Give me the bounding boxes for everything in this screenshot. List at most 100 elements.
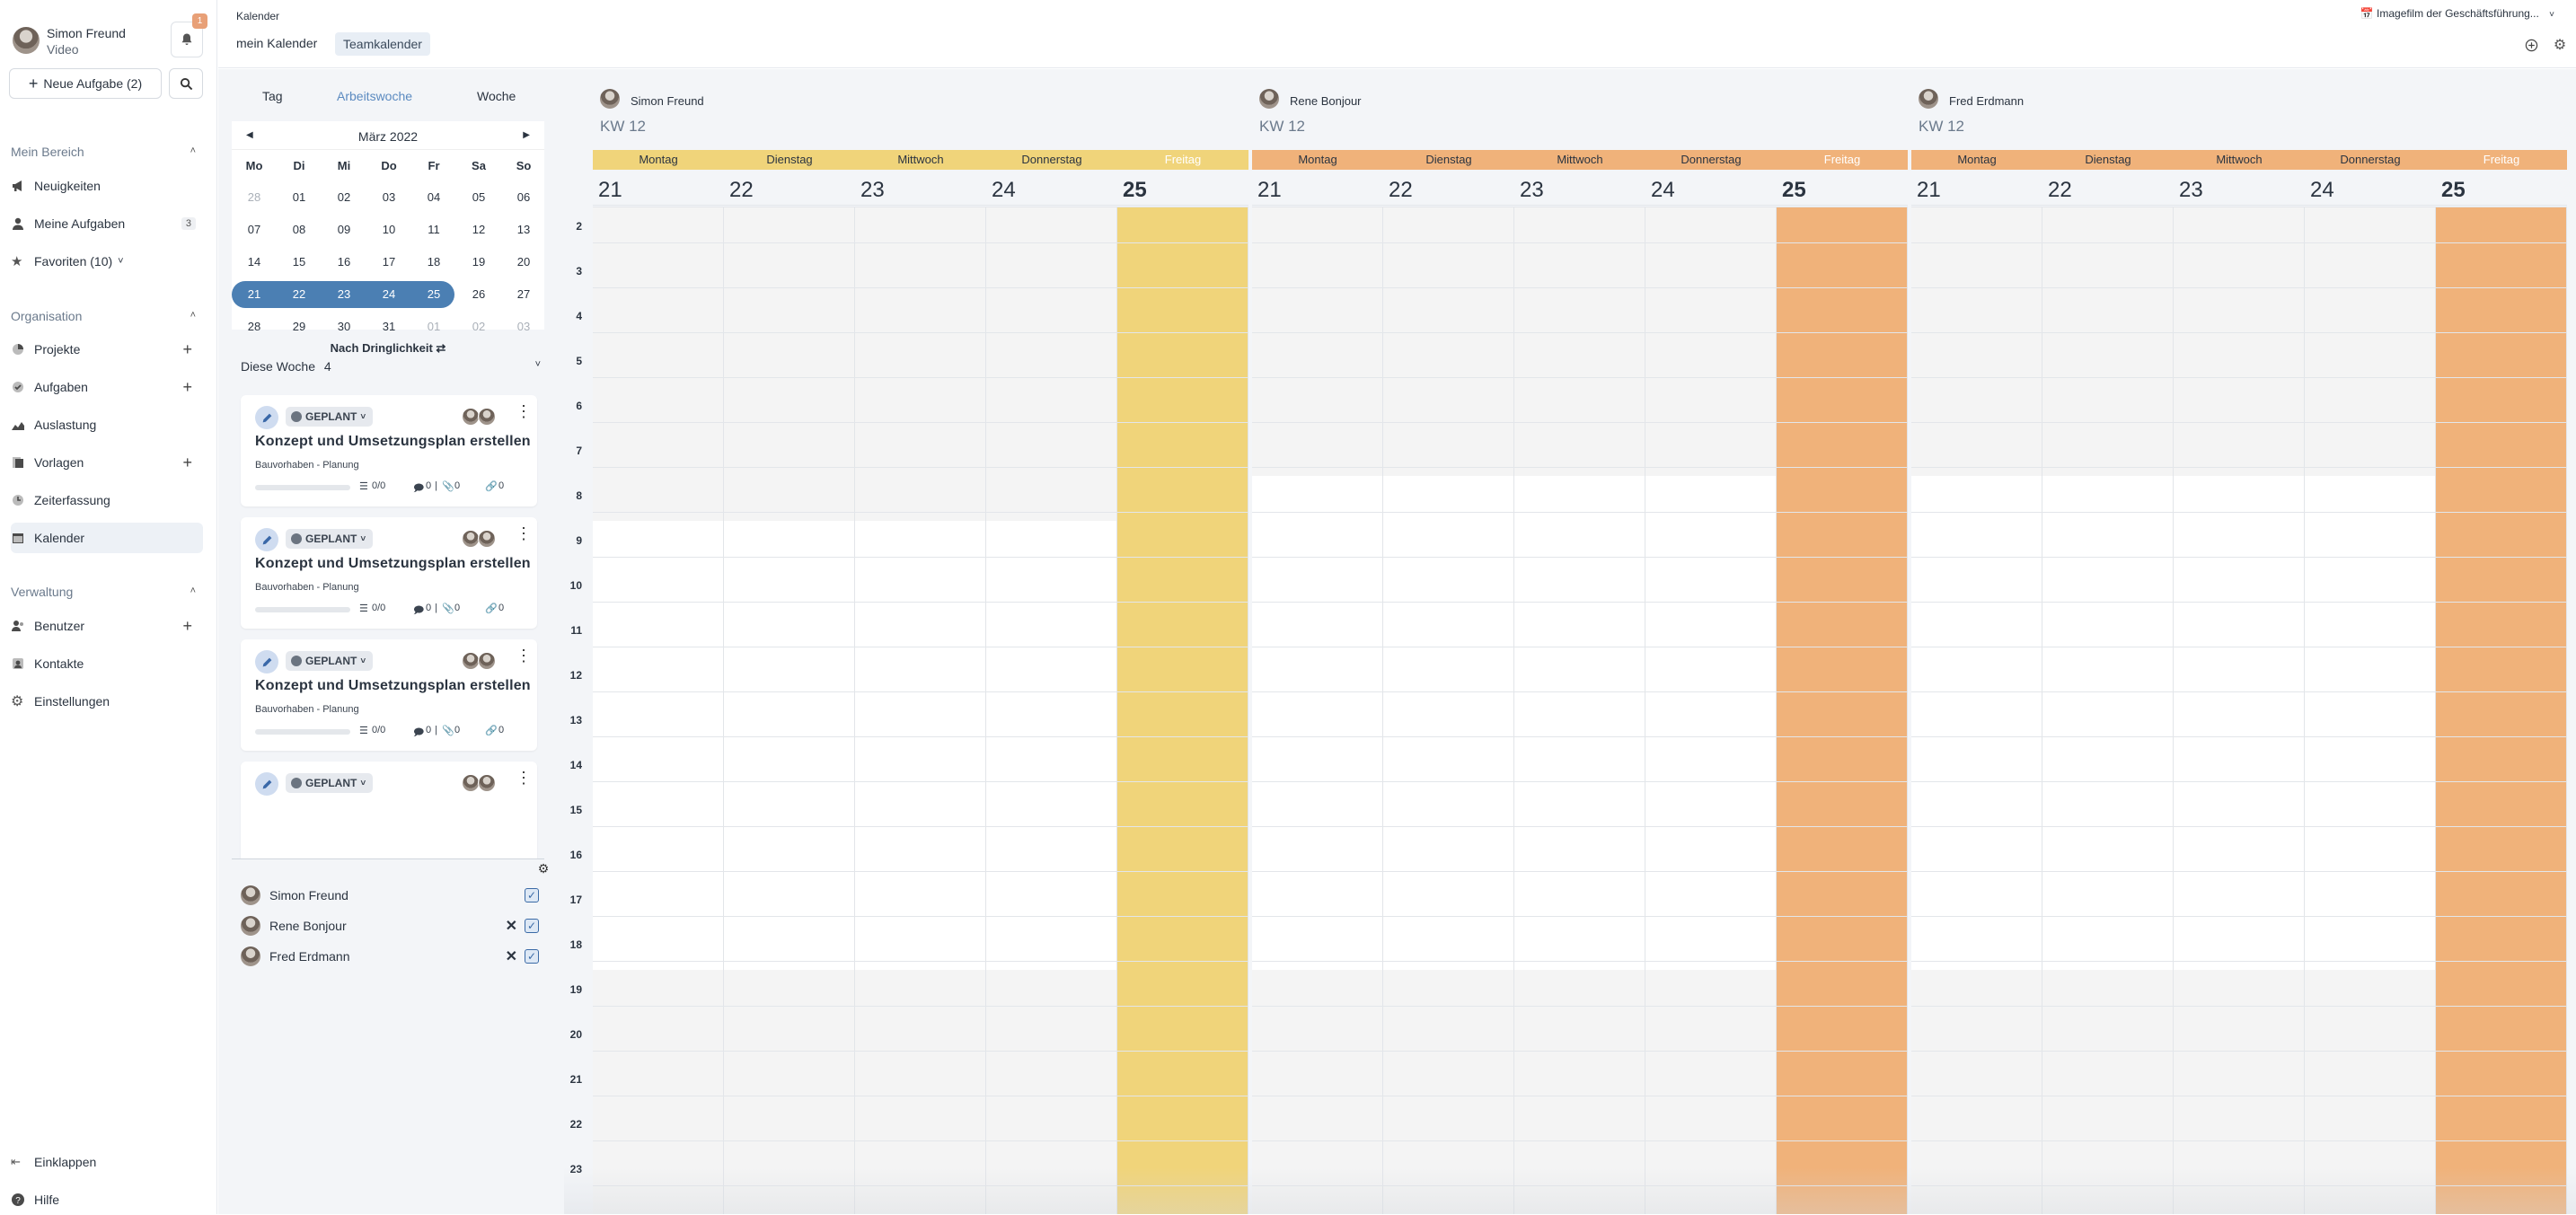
day-column[interactable]	[724, 207, 855, 1214]
search-button[interactable]	[169, 68, 203, 99]
day-cell[interactable]: 26	[456, 287, 501, 301]
member-checkbox[interactable]: ✓	[525, 949, 539, 964]
sort-selector[interactable]: Nach Dringlichkeit ⇄	[232, 341, 544, 356]
day-cell[interactable]: 03	[501, 320, 546, 333]
sidebar-item-zeiterfassung[interactable]: Zeiterfassung	[11, 485, 203, 515]
day-number[interactable]: 25	[1123, 178, 1147, 203]
day-cell[interactable]: 21	[232, 287, 277, 301]
day-cell[interactable]: 03	[366, 190, 411, 204]
sidebar-item-projekte[interactable]: Projekte +	[11, 334, 203, 365]
notifications-button[interactable]: 1	[171, 13, 207, 57]
task-title[interactable]: Konzept und Umsetzungsplan erstellen	[255, 434, 531, 450]
task-title[interactable]: Konzept und Umsetzungsplan erstellen	[255, 556, 531, 572]
day-number[interactable]: 24	[2310, 178, 2334, 203]
status-dropdown[interactable]: GEPLANT ˅	[286, 651, 374, 671]
time-grid[interactable]	[1911, 207, 2567, 1214]
user-profile[interactable]: Simon Freund Video	[13, 23, 192, 59]
more-options-icon[interactable]: ⋮	[516, 647, 532, 674]
day-cell[interactable]: 16	[322, 255, 366, 269]
sidebar-item-kalender[interactable]: Kalender	[11, 523, 203, 553]
day-cell[interactable]: 09	[322, 223, 366, 236]
day-number[interactable]: 22	[1389, 178, 1413, 203]
day-cell[interactable]: 08	[277, 223, 322, 236]
tab-woche[interactable]: Woche	[477, 89, 516, 103]
next-month-icon[interactable]: ▶	[523, 130, 530, 140]
day-column[interactable]	[2042, 207, 2174, 1214]
day-number[interactable]: 23	[860, 178, 885, 203]
day-number[interactable]: 22	[2048, 178, 2072, 203]
edit-icon[interactable]	[255, 528, 278, 551]
day-cell[interactable]: 06	[501, 190, 546, 204]
section-mein-bereich[interactable]: Mein Bereich ˄	[11, 145, 196, 159]
more-options-icon[interactable]: ⋮	[516, 403, 532, 429]
add-user-icon[interactable]: +	[182, 617, 192, 636]
sidebar-item-favoriten[interactable]: ★ Favoriten (10) ˅	[11, 246, 203, 277]
add-calendar-button[interactable]	[2522, 36, 2540, 54]
day-cell[interactable]: 04	[411, 190, 456, 204]
member-checkbox[interactable]: ✓	[525, 919, 539, 933]
new-task-button[interactable]: + Neue Aufgabe (2)	[9, 68, 162, 99]
gear-icon[interactable]: ⚙	[537, 861, 550, 876]
day-column[interactable]	[1383, 207, 1514, 1214]
add-template-icon[interactable]: +	[182, 453, 192, 472]
time-grid[interactable]	[1252, 207, 1908, 1214]
day-cell[interactable]: 28	[232, 320, 277, 333]
status-dropdown[interactable]: GEPLANT ˅	[286, 529, 374, 549]
day-number[interactable]: 21	[598, 178, 622, 203]
sidebar-item-einstellungen[interactable]: ⚙ Einstellungen	[11, 686, 203, 717]
member-checkbox[interactable]: ✓	[525, 888, 539, 902]
day-cell[interactable]: 13	[501, 223, 546, 236]
day-column[interactable]	[986, 207, 1117, 1214]
remove-member-icon[interactable]: ✕	[506, 917, 517, 935]
sidebar-item-aufgaben[interactable]: Aufgaben +	[11, 372, 203, 402]
day-column[interactable]	[1911, 207, 2042, 1214]
day-number[interactable]: 24	[1651, 178, 1675, 203]
day-cell[interactable]: 27	[501, 287, 546, 301]
section-organisation[interactable]: Organisation ˄	[11, 309, 196, 323]
day-column[interactable]	[1777, 207, 1908, 1214]
project-select[interactable]: 📅 Imagefilm der Geschäftsführung... ˅	[2360, 7, 2554, 20]
day-cell[interactable]: 05	[456, 190, 501, 204]
day-cell[interactable]: 10	[366, 223, 411, 236]
day-cell[interactable]: 24	[366, 287, 411, 301]
sidebar-item-neuigkeiten[interactable]: Neuigkeiten	[11, 171, 203, 201]
task-list[interactable]: GEPLANT ˅ ⋮ Konzept und Umsetzungsplan er…	[232, 388, 544, 859]
day-number[interactable]: 23	[1520, 178, 1544, 203]
day-column[interactable]	[2305, 207, 2436, 1214]
day-cell[interactable]: 11	[411, 223, 456, 236]
day-number[interactable]: 24	[992, 178, 1016, 203]
edit-icon[interactable]	[255, 406, 278, 429]
more-options-icon[interactable]: ⋮	[516, 525, 532, 551]
day-cell[interactable]: 17	[366, 255, 411, 269]
sidebar-item-meine-aufgaben[interactable]: Meine Aufgaben 3	[11, 208, 203, 239]
section-verwaltung[interactable]: Verwaltung ˄	[11, 585, 196, 599]
status-dropdown[interactable]: GEPLANT ˅	[286, 773, 374, 793]
day-cell[interactable]: 22	[277, 287, 322, 301]
day-cell[interactable]: 31	[366, 320, 411, 333]
day-column[interactable]	[1514, 207, 1645, 1214]
day-cell[interactable]: 29	[277, 320, 322, 333]
tab-arbeitswoche[interactable]: Arbeitswoche	[337, 89, 412, 103]
day-column[interactable]	[1252, 207, 1383, 1214]
breadcrumb[interactable]: Kalender	[236, 10, 279, 22]
day-cell[interactable]: 28	[232, 190, 277, 204]
remove-member-icon[interactable]: ✕	[506, 947, 517, 965]
task-card[interactable]: GEPLANT ˅ ⋮ Konzept und Umsetzungsplan er…	[241, 395, 537, 506]
sidebar-item-kontakte[interactable]: Kontakte	[11, 648, 203, 679]
sidebar-item-auslastung[interactable]: Auslastung	[11, 409, 203, 440]
day-number[interactable]: 22	[729, 178, 754, 203]
tab-mein-kalender[interactable]: mein Kalender	[236, 36, 317, 50]
day-column[interactable]	[1117, 207, 1248, 1214]
day-column[interactable]	[2436, 207, 2567, 1214]
day-cell[interactable]: 01	[277, 190, 322, 204]
day-cell[interactable]: 23	[322, 287, 366, 301]
edit-icon[interactable]	[255, 650, 278, 674]
day-cell[interactable]: 14	[232, 255, 277, 269]
collapse-sidebar-button[interactable]: ⇤ Einklappen	[11, 1147, 203, 1177]
day-cell[interactable]: 30	[322, 320, 366, 333]
day-number[interactable]: 25	[1782, 178, 1806, 203]
day-cell[interactable]: 02	[322, 190, 366, 204]
add-task-icon[interactable]: +	[182, 378, 192, 397]
day-column[interactable]	[593, 207, 724, 1214]
day-number[interactable]: 23	[2179, 178, 2203, 203]
